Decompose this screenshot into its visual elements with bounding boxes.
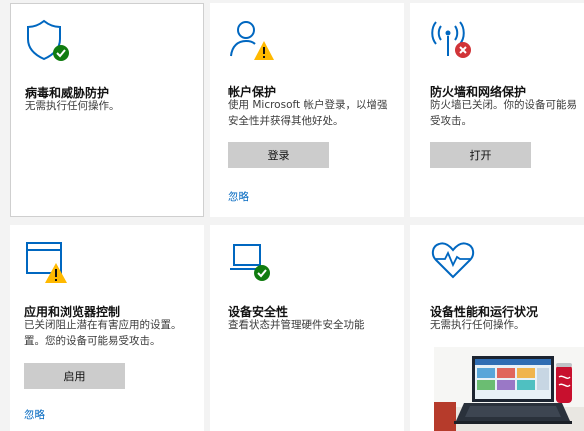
tile-app-browser-control[interactable]: 应用和浏览器控制 已关闭阻止潜在有害应用的设置。 置。您的设备可能易受攻击。 启… [10, 225, 204, 431]
tile-device-security[interactable]: 设备安全性 查看状态并管理硬件安全功能 [210, 225, 404, 431]
enable-button[interactable]: 启用 [24, 363, 125, 389]
device-health-heart-icon [431, 242, 475, 279]
tile-description: 已关闭阻止潜在有害应用的设置。 置。您的设备可能易受攻击。 [24, 317, 182, 349]
dismiss-link[interactable]: 忽略 [228, 189, 249, 204]
description-line: 受攻击。 [430, 115, 472, 127]
firewall-error-icon [431, 21, 471, 58]
app-browser-warning-icon [26, 242, 67, 283]
tile-firewall-network-protection[interactable]: 防火墙和网络保护 防火墙已关闭。你的设备可能易 受攻击。 打开 [410, 3, 584, 217]
account-warning-icon [230, 21, 274, 60]
turn-on-button[interactable]: 打开 [430, 142, 531, 168]
description-line: 防火墙已关闭。你的设备可能易 [430, 99, 577, 111]
virus-shield-ok-icon [27, 19, 69, 61]
tile-description: 防火墙已关闭。你的设备可能易 受攻击。 [430, 97, 577, 129]
laptop-photo-illustration [434, 347, 584, 431]
sign-in-button[interactable]: 登录 [228, 142, 329, 168]
tile-description: 无需执行任何操作。 [25, 100, 120, 112]
laptop-photo [434, 347, 584, 431]
description-line: 安全性并获得其他好处。 [228, 115, 344, 127]
dismiss-link[interactable]: 忽略 [24, 407, 45, 422]
device-security-ok-icon [230, 244, 270, 281]
description-line: 使用 Microsoft 帐户登录，以增强 [228, 99, 388, 111]
description-line: 置。您的设备可能易受攻击。 [24, 335, 161, 347]
description-line: 已关闭阻止潜在有害应用的设置。 [24, 319, 182, 331]
tile-description: 无需执行任何操作。 [430, 319, 525, 331]
tile-description: 使用 Microsoft 帐户登录，以增强 安全性并获得其他好处。 [228, 97, 387, 129]
tile-virus-threat-protection[interactable]: 病毒和威胁防护 无需执行任何操作。 [10, 3, 204, 217]
tile-account-protection[interactable]: 帐户保护 使用 Microsoft 帐户登录，以增强 安全性并获得其他好处。 登… [210, 3, 404, 217]
tile-description: 查看状态并管理硬件安全功能 [228, 319, 365, 331]
